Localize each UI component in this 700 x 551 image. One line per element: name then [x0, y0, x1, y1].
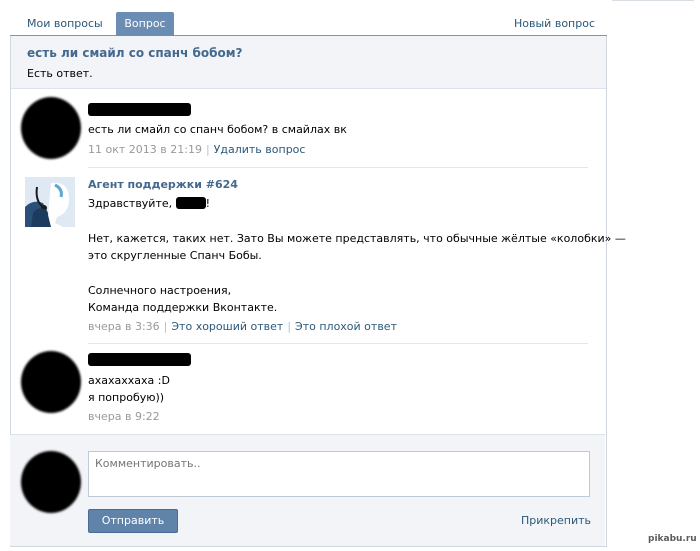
- post-text: ахахаххаха :D: [88, 374, 170, 387]
- post-text: Солнечного настроения,: [88, 284, 232, 297]
- meta-divider: |: [205, 143, 210, 156]
- post-text: есть ли смайл со спанч бобом? в смайлах …: [88, 123, 347, 136]
- comment-area: Отправить Прикрепить: [10, 434, 605, 546]
- divider: [88, 167, 588, 168]
- post-time: 11 окт 2013 в 21:19: [88, 143, 202, 156]
- meta-divider: |: [163, 320, 168, 333]
- author-name-redacted[interactable]: [88, 103, 191, 116]
- bad-answer-link[interactable]: Это плохой ответ: [295, 320, 397, 333]
- post-text: я попробую)): [88, 391, 165, 404]
- tab-my-questions[interactable]: Мои вопросы: [21, 12, 109, 36]
- tab-question[interactable]: Вопрос: [116, 12, 174, 36]
- avatar[interactable]: [21, 451, 81, 513]
- post-meta: вчера в 3:36 | Это хороший ответ | Это плохо…: [88, 320, 397, 333]
- greeting-name-redacted: [175, 197, 206, 209]
- post-text: Нет, кажется, таких нет. Зато Вы можете …: [88, 232, 626, 245]
- post-meta: вчера в 9:22: [88, 410, 160, 423]
- avatar[interactable]: [21, 351, 81, 413]
- post-time: вчера в 9:22: [88, 410, 160, 423]
- delete-question-link[interactable]: Удалить вопрос: [214, 143, 306, 156]
- post-greeting: Здравствуйте, !: [88, 195, 210, 212]
- divider: [88, 343, 588, 344]
- question-status: Есть ответ.: [27, 67, 93, 80]
- author-name-redacted[interactable]: [88, 353, 191, 366]
- greeting-end: !: [205, 197, 211, 210]
- question-title: есть ли смайл со спанч бобом?: [27, 46, 243, 60]
- post-text: Команда поддержки Вконтакте.: [88, 301, 278, 314]
- send-button[interactable]: Отправить: [88, 509, 178, 533]
- attach-link[interactable]: Прикрепить: [521, 514, 591, 527]
- question-header: есть ли смайл со спанч бобом? Есть ответ…: [11, 36, 606, 89]
- support-agent-icon: [25, 177, 75, 227]
- comment-input[interactable]: [88, 451, 590, 497]
- support-agent-avatar[interactable]: [25, 177, 75, 227]
- meta-divider: |: [287, 320, 292, 333]
- greeting-text: Здравствуйте,: [88, 197, 173, 210]
- good-answer-link[interactable]: Это хороший ответ: [171, 320, 283, 333]
- author-name[interactable]: Агент поддержки #624: [88, 178, 238, 191]
- outer-rule: [612, 0, 694, 1]
- tab-bar: Мои вопросы Вопрос Новый вопрос: [10, 12, 607, 36]
- post-text: это скругленные Спанч Бобы.: [88, 249, 262, 262]
- avatar[interactable]: [21, 97, 81, 159]
- post-time: вчера в 3:36: [88, 320, 160, 333]
- post-meta: 11 окт 2013 в 21:19 | Удалить вопрос: [88, 143, 305, 156]
- watermark-logo: pikabu.ru: [648, 534, 697, 544]
- tab-new-question[interactable]: Новый вопрос: [514, 12, 595, 36]
